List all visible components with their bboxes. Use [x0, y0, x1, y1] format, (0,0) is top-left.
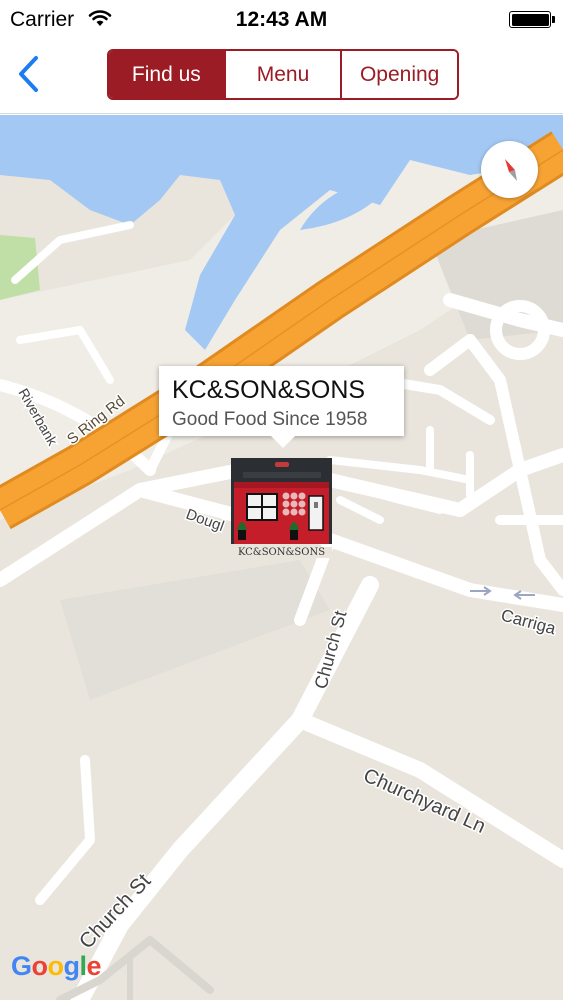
- clock: 12:43 AM: [235, 8, 328, 31]
- marker-caption: KC&SON&SONS: [231, 547, 332, 558]
- google-logo-letter: o: [31, 951, 49, 981]
- tab-opening[interactable]: Opening: [342, 51, 457, 98]
- google-logo: Google: [11, 951, 102, 982]
- google-logo-letter: l: [79, 951, 88, 981]
- map-view[interactable]: Riverbank S Ring Rd Dougl Church St Carr…: [0, 115, 563, 1000]
- compass-icon: [504, 158, 517, 181]
- battery-nub: [552, 16, 555, 23]
- info-window[interactable]: KC&SON&SONS Good Food Since 1958: [159, 366, 404, 448]
- tab-menu[interactable]: Menu: [225, 51, 343, 98]
- status-bar: Carrier 12:43 AM: [0, 0, 563, 38]
- google-logo-letter: G: [11, 951, 32, 981]
- chevron-left-icon: [19, 56, 38, 92]
- google-logo-letter: e: [86, 951, 102, 981]
- battery-icon: [509, 11, 551, 28]
- storefront-icon: [231, 458, 332, 544]
- info-window-subtitle: Good Food Since 1958: [172, 409, 368, 430]
- info-window-title: KC&SON&SONS: [172, 376, 366, 404]
- google-logo-letter: g: [63, 951, 81, 981]
- back-button[interactable]: [8, 50, 48, 98]
- tab-find-us[interactable]: Find us: [109, 51, 226, 98]
- google-logo-letter: o: [47, 951, 65, 981]
- segmented-control: Find us Menu Opening: [107, 49, 459, 100]
- compass-button[interactable]: [481, 141, 538, 198]
- navigation-bar: Find us Menu Opening: [0, 38, 563, 114]
- restaurant-marker[interactable]: KC&SON&SONS: [231, 458, 332, 558]
